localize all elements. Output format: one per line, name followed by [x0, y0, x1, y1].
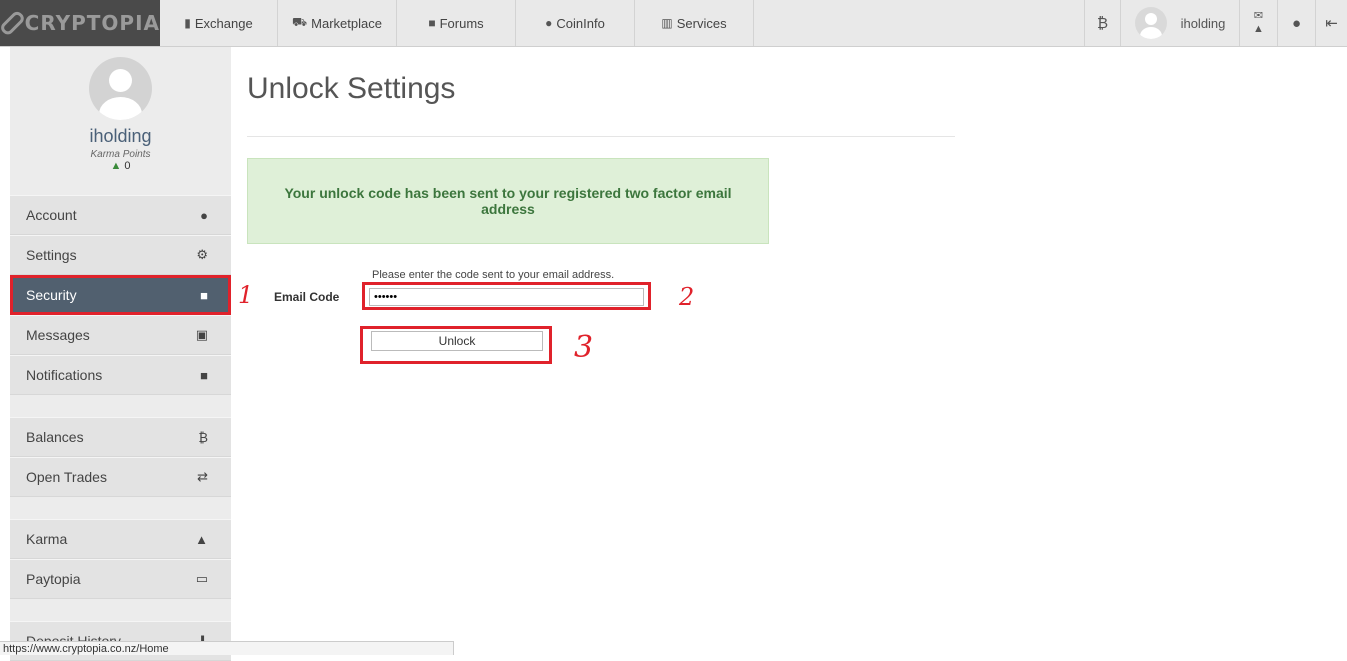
logout-icon: ⇤ — [1325, 15, 1338, 32]
thumbs-up-icon: ▲ — [195, 531, 208, 547]
logout-button[interactable]: ⇤ — [1315, 0, 1347, 46]
comments-icon: ■ — [428, 16, 436, 30]
sidebar-item-open-trades[interactable]: Open Trades ⇄ — [10, 457, 231, 497]
annotation-1: 1 — [238, 281, 254, 309]
email-code-label: Email Code — [274, 290, 340, 304]
unlock-button[interactable]: Unlock — [371, 331, 543, 351]
exchange-icon: ⇄ — [197, 469, 208, 484]
thumbs-up-icon: ▲ — [110, 160, 122, 172]
page-title: Unlock Settings — [247, 72, 456, 105]
nav-username: iholding — [1180, 15, 1226, 31]
sidebar: iholding Karma Points ▲ 0 Account ● Setti… — [10, 47, 231, 661]
sidebar-item-account[interactable]: Account ● — [10, 195, 231, 235]
nav-exchange[interactable]: ▮ Exchange — [160, 0, 278, 46]
user-menu[interactable]: iholding — [1120, 0, 1239, 46]
email-code-help-text: Please enter the code sent to your email… — [372, 269, 615, 281]
lightbulb-menu[interactable]: ● — [1277, 0, 1315, 46]
nav-services[interactable]: ▥ Services — [635, 0, 754, 46]
sidebar-spacer — [10, 497, 231, 519]
bitcoin-icon: ₿ — [1096, 14, 1109, 32]
lock-icon: ■ — [200, 287, 208, 303]
logo-hex-icon — [0, 9, 26, 37]
email-code-highlight — [362, 282, 651, 310]
cart-icon: ⛟ — [292, 15, 308, 29]
sidebar-spacer — [10, 395, 231, 417]
sidebar-spacer — [10, 599, 231, 621]
sidebar-item-notifications[interactable]: Notifications ■ — [10, 355, 231, 395]
sidebar-item-settings[interactable]: Settings ⚙ — [10, 235, 231, 275]
success-alert: Your unlock code has been sent to your r… — [247, 158, 769, 244]
gear-icon: ⚙ — [196, 247, 208, 262]
karma-points-value: ▲ 0 — [110, 160, 131, 172]
sidebar-item-security[interactable]: Security ■ — [10, 275, 231, 315]
profile-username[interactable]: iholding — [10, 126, 231, 147]
sidebar-item-paytopia[interactable]: Paytopia ▭ — [10, 559, 231, 599]
profile-panel: iholding Karma Points ▲ 0 — [10, 57, 231, 195]
email-code-input[interactable] — [369, 288, 644, 306]
nav-coininfo[interactable]: ● CoinInfo — [516, 0, 635, 46]
bitcoin-menu[interactable]: ₿ — [1084, 0, 1120, 46]
info-icon: ● — [545, 16, 553, 30]
sidebar-item-messages[interactable]: Messages ▣ — [10, 315, 231, 355]
sidebar-item-balances[interactable]: Balances ₿ — [10, 417, 231, 457]
messages-alerts-menu[interactable]: ✉ ▲ — [1239, 0, 1277, 46]
sidebar-item-karma[interactable]: Karma ▲ — [10, 519, 231, 559]
keyboard-icon: ▭ — [195, 571, 208, 586]
bank-icon: ▥ — [661, 16, 673, 30]
avatar — [1134, 7, 1167, 39]
karma-points-label: Karma Points — [90, 149, 151, 160]
brand-name: CRYPTOPIA — [24, 11, 160, 35]
lightbulb-icon: ● — [1291, 14, 1302, 32]
warning-icon: ▲ — [1253, 23, 1264, 35]
nav-forums[interactable]: ■ Forums — [397, 0, 516, 46]
nav-marketplace[interactable]: ⛟ Marketplace — [278, 0, 397, 46]
annotation-2: 2 — [679, 283, 695, 311]
user-icon: ● — [200, 207, 208, 223]
envelope-icon: ✉ — [1253, 10, 1264, 22]
inbox-icon: ▣ — [195, 327, 208, 342]
top-navbar: CRYPTOPIA ▮ Exchange ⛟ Marketplace ■ Forums… — [0, 0, 1347, 47]
browser-status-bar: https://www.cryptopia.co.nz/Home — [0, 641, 454, 655]
notification-icon: ■ — [200, 367, 208, 383]
cryptopia-logo[interactable]: CRYPTOPIA — [0, 0, 160, 46]
bar-chart-icon: ▮ — [184, 16, 191, 30]
annotation-3: 3 — [574, 330, 594, 365]
bitcoin-icon: ₿ — [198, 429, 208, 445]
profile-avatar — [89, 57, 152, 120]
title-divider — [247, 136, 955, 137]
unlock-highlight: Unlock — [360, 326, 552, 364]
